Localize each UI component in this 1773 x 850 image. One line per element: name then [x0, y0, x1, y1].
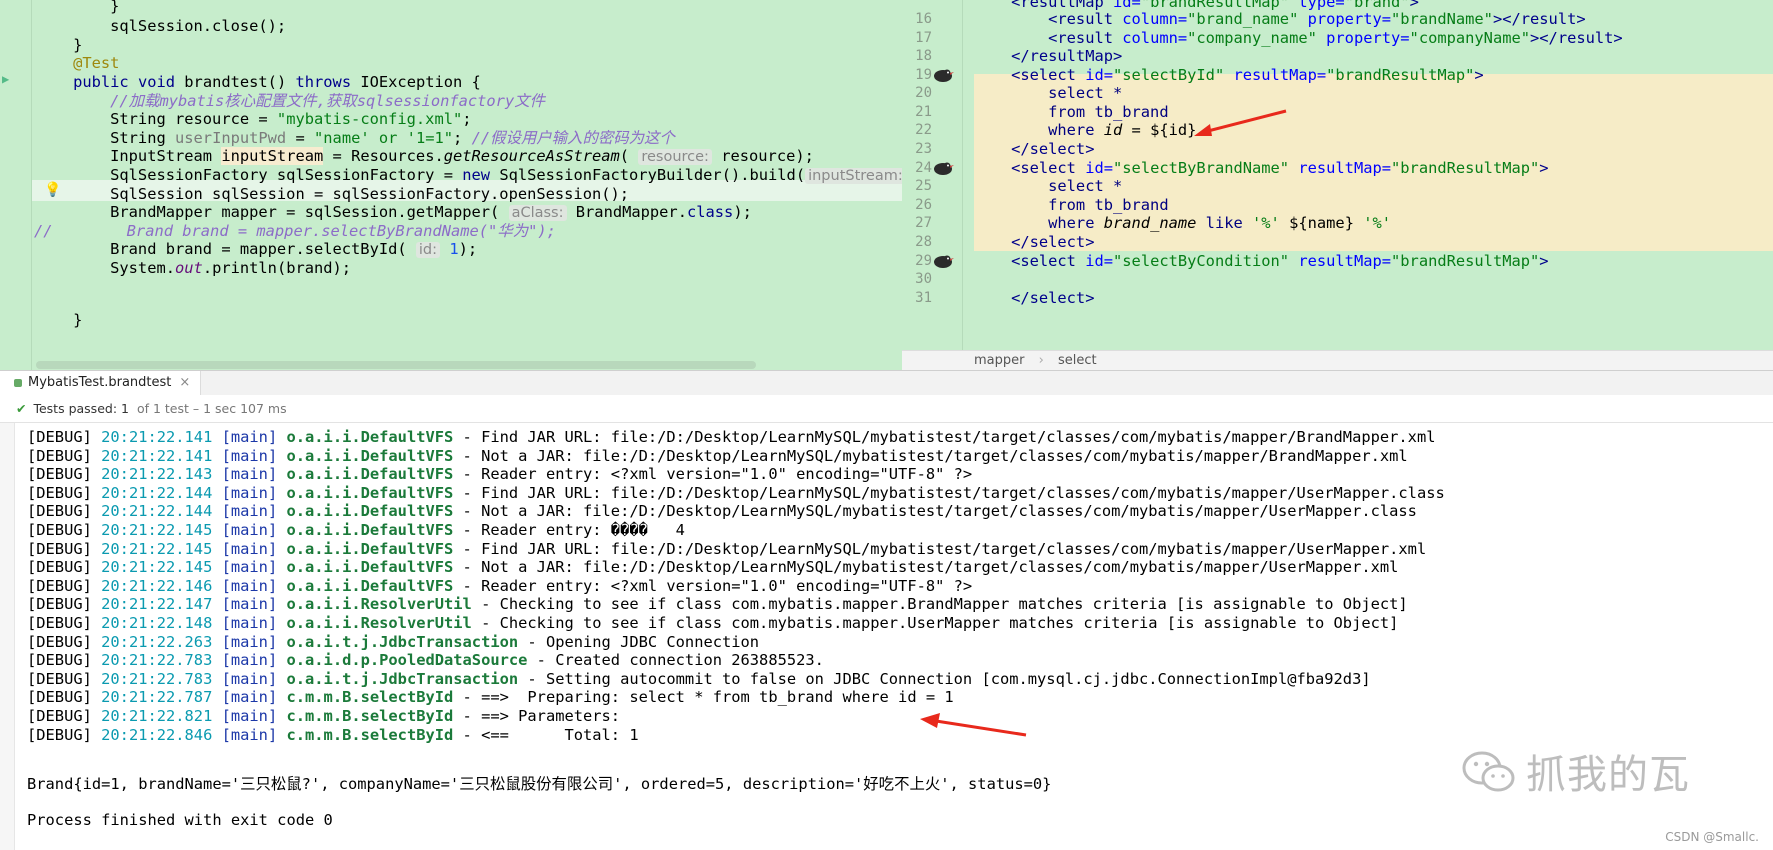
tests-passed-label: Tests passed: 1	[33, 401, 129, 416]
csdn-watermark: CSDN @Smallc.	[1665, 830, 1759, 844]
xml-line: </resultMap>	[974, 47, 1123, 65]
test-run-icon	[14, 378, 22, 387]
code-line: System.out.println(brand);	[36, 259, 352, 277]
code-line: BrandMapper mapper = sqlSession.getMappe…	[36, 203, 752, 221]
left-gutter	[0, 0, 32, 370]
sql-line: where id = ${id}	[974, 121, 1197, 139]
line-number: 30	[915, 271, 932, 287]
mybatis-bird-icon[interactable]	[932, 67, 954, 83]
xml-line: </select>	[974, 289, 1095, 307]
red-arrow-annotation	[1194, 109, 1287, 136]
code-line-method-signature: public void brandtest() throws IOExcepti…	[73, 73, 481, 91]
close-icon[interactable]: ×	[179, 375, 190, 390]
sql-line: where brand_name like '%' ${name} '%'	[974, 214, 1392, 232]
run-tab-bar: MybatisTest.brandtest ×	[0, 370, 1773, 396]
console-finish-line: Process finished with exit code 0	[27, 811, 333, 829]
left-code-editor[interactable]: ▶ 💡 } sqlSession.close(); } @Test public…	[0, 0, 902, 370]
line-number: 31	[915, 290, 932, 306]
run-tab[interactable]: MybatisTest.brandtest ×	[0, 371, 202, 395]
sql-line: select *	[974, 84, 1123, 102]
mybatis-bird-icon[interactable]	[932, 160, 954, 176]
code-line: InputStream inputStream = Resources.getR…	[36, 147, 814, 165]
xml-line: </select>	[974, 140, 1095, 158]
line-number: 20	[915, 85, 932, 101]
line-number: 16	[915, 11, 932, 27]
breadcrumb-item[interactable]: mapper	[974, 353, 1024, 368]
code-line: }	[36, 0, 120, 15]
wechat-logo-icon	[1462, 751, 1515, 792]
tests-duration-label: of 1 test – 1 sec 107 ms	[136, 401, 287, 416]
xml-line: </select>	[974, 233, 1095, 251]
mybatis-bird-icon[interactable]	[932, 253, 954, 269]
run-test-icon[interactable]: ▶	[2, 72, 9, 86]
code-line: sqlSession.close();	[36, 17, 287, 35]
breadcrumb: mapper › select	[902, 350, 1773, 371]
console-gutter	[0, 423, 15, 850]
console-log-line: [DEBUG] 20:21:22.846 [main] c.m.m.B.sele…	[27, 725, 639, 744]
run-tab-label: MybatisTest.brandtest	[28, 375, 172, 390]
line-number: 22	[915, 122, 932, 138]
code-line-annotation: @Test	[36, 54, 120, 72]
xml-line: <result column="brand_name" property="br…	[974, 10, 1586, 28]
xml-line: <select id="selectByCondition" resultMap…	[974, 252, 1549, 270]
code-line-caret: SqlSessionFactory sqlSessionFactory = ne…	[36, 165, 902, 186]
code-line: Brand brand = mapper.selectById( id: 1);	[36, 240, 478, 258]
console-result-line: Brand{id=1, brandName='三只松鼠?', companyNa…	[27, 775, 1052, 793]
code-line: }	[36, 311, 83, 329]
red-arrow-annotation	[920, 713, 1027, 737]
check-icon: ✔	[16, 401, 27, 416]
horizontal-scrollbar[interactable]	[36, 361, 756, 369]
line-number: 23	[915, 141, 932, 157]
watermark-text: 抓我的瓦	[1526, 752, 1690, 798]
line-number: 28	[915, 234, 932, 250]
line-number: 27	[915, 215, 932, 231]
right-xml-editor[interactable]: <resultMap id="brandResultMap" type="bra…	[902, 0, 1773, 350]
breadcrumb-item[interactable]: select	[1058, 353, 1097, 368]
line-number: 25	[915, 178, 932, 194]
test-status-bar: ✔ Tests passed: 1 of 1 test – 1 sec 107 …	[0, 395, 1773, 423]
line-number: 18	[915, 48, 932, 64]
sql-line: select *	[974, 177, 1123, 195]
code-line: String resource = "mybatis-config.xml";	[36, 110, 472, 128]
